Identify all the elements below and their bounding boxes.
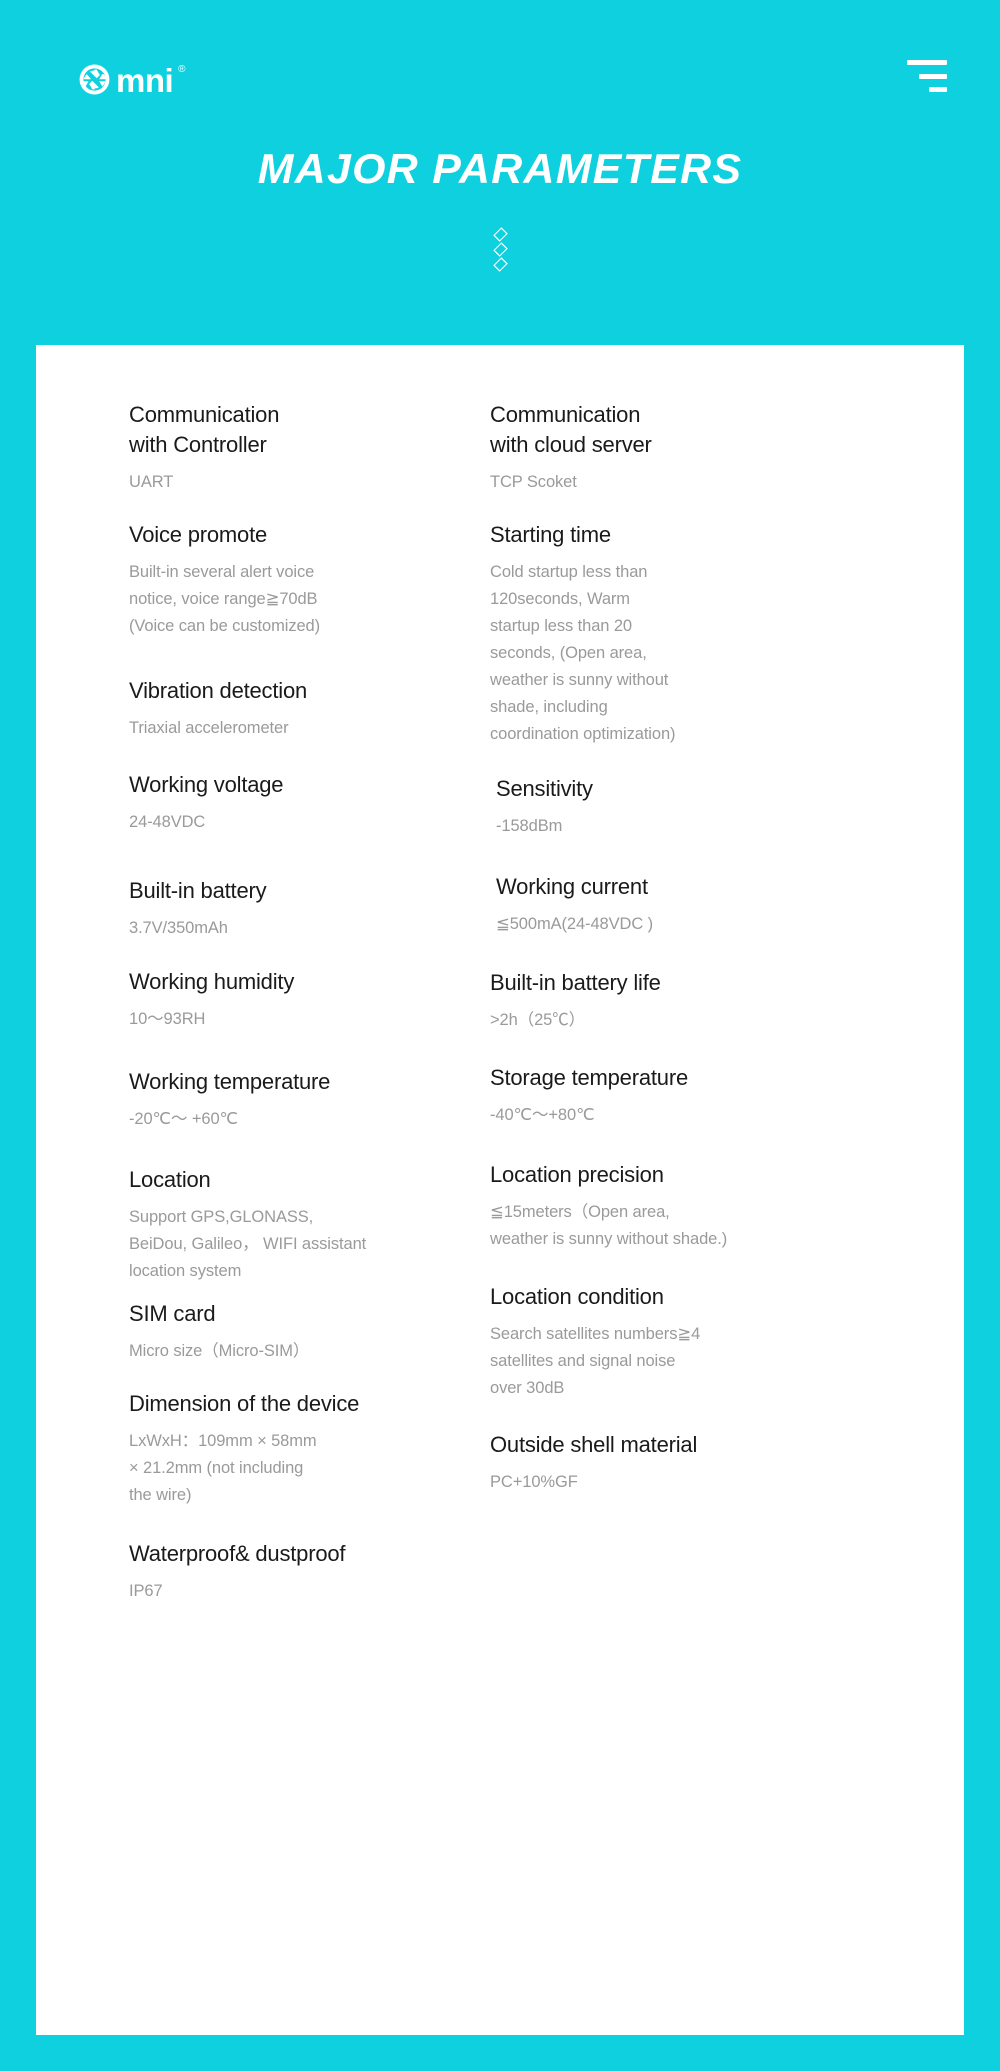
spec-item: Location Support GPS,GLONASS, BeiDou, Gal… [129, 1165, 466, 1285]
page-title: MAJOR PARAMETERS [257, 145, 743, 192]
spec-item: Dimension of the device LxWxH：109mm × 58… [129, 1389, 466, 1509]
parameters-columns: Communication with Controller UART Voice p… [36, 345, 964, 1605]
spec-label: Voice promote [129, 522, 268, 547]
spec-label: Working voltage [129, 772, 284, 797]
spec-value: UART [129, 473, 174, 491]
spec-value: -40℃〜+80℃ [490, 1106, 595, 1124]
spec-value: LxWxH：109mm × 58mm × 21.2mm (not includi… [129, 1432, 317, 1504]
spec-label: Vibration detection [129, 678, 308, 703]
brand-logo[interactable]: mni ® [78, 62, 186, 99]
spec-label: SIM card [129, 1301, 216, 1326]
registered-trademark-icon: ® [178, 64, 186, 75]
spec-item: Starting time Cold startup less than 120s… [490, 520, 964, 748]
spec-label: Location [129, 1167, 211, 1192]
spec-label: Location precision [490, 1162, 664, 1187]
spec-label: Starting time [490, 522, 611, 547]
spec-item: Working temperature -20℃〜 +60℃ [129, 1067, 466, 1133]
menu-bar-middle [919, 73, 947, 79]
menu-bar-top [907, 60, 947, 65]
diamond-1 [492, 227, 508, 242]
spec-item: SIM card Micro size（Micro-SIM） [129, 1299, 466, 1365]
spec-item: Location precision ≦15meters（Open area, w… [490, 1160, 964, 1253]
spec-value: ≦500mA(24-48VDC ) [496, 915, 654, 933]
spec-item: Vibration detection Triaxial acceleromete… [129, 676, 466, 742]
spec-label: Waterproof& dustproof [129, 1541, 346, 1566]
spec-value: Built-in several alert voice notice, voi… [129, 563, 321, 635]
spec-item: Built-in battery life >2h（25℃） [490, 968, 964, 1034]
spec-label: Sensitivity [496, 776, 593, 801]
spec-value: 3.7V/350mAh [129, 919, 228, 937]
spec-item: Communication with cloud server TCP Scoke… [490, 400, 964, 496]
spec-item: Working voltage 24-48VDC [129, 770, 466, 836]
page-root: mni ® MAJOR PARAMETERS Communication wit… [0, 0, 1000, 2071]
spec-value: -158dBm [496, 817, 563, 835]
spec-item: Communication with Controller UART [129, 400, 466, 496]
spec-label: Working current [496, 874, 648, 899]
aperture-icon [78, 63, 111, 96]
spec-label: Working humidity [129, 969, 295, 994]
spec-label: Working temperature [129, 1069, 331, 1094]
spec-label: Location condition [490, 1284, 664, 1309]
spec-item: Sensitivity -158dBm [490, 774, 964, 840]
diamond-divider-icon [0, 227, 1000, 272]
spec-value: Micro size（Micro-SIM） [129, 1342, 310, 1360]
spec-label: Storage temperature [490, 1065, 688, 1090]
spec-value: Triaxial accelerometer [129, 719, 289, 737]
spec-item: Location condition Search satellites numb… [490, 1282, 964, 1402]
spec-value: PC+10%GF [490, 1473, 578, 1491]
spec-item: Working current ≦500mA(24-48VDC ) [490, 872, 964, 938]
spec-value: TCP Scoket [490, 473, 577, 491]
spec-value: ≦15meters（Open area, weather is sunny wi… [490, 1203, 728, 1248]
parameters-column-left: Communication with Controller UART Voice p… [36, 400, 466, 1605]
spec-label: Communication with cloud server [490, 402, 652, 457]
hamburger-menu-icon[interactable] [907, 60, 947, 92]
spec-value: Cold startup less than 120seconds, Warm … [490, 563, 676, 743]
spec-label: Communication with Controller [129, 402, 280, 457]
spec-item: Storage temperature -40℃〜+80℃ [490, 1063, 964, 1129]
page-header: mni ® MAJOR PARAMETERS [0, 0, 1000, 345]
spec-value: Support GPS,GLONASS, BeiDou, Galileo， WI… [129, 1208, 367, 1280]
spec-value: 10〜93RH [129, 1010, 206, 1028]
diamond-3 [492, 257, 508, 272]
spec-value: 24-48VDC [129, 813, 206, 831]
brand-name: mni [116, 62, 174, 99]
spec-label: Outside shell material [490, 1432, 698, 1457]
spec-value: -20℃〜 +60℃ [129, 1110, 238, 1128]
menu-bar-bottom [929, 87, 947, 92]
spec-item: Built-in battery 3.7V/350mAh [129, 876, 466, 942]
spec-label: Built-in battery life [490, 970, 661, 995]
spec-item: Working humidity 10〜93RH [129, 967, 466, 1033]
spec-item: Outside shell material PC+10%GF [490, 1430, 964, 1496]
spec-value: IP67 [129, 1582, 163, 1600]
parameters-column-right: Communication with cloud server TCP Scoke… [466, 400, 964, 1605]
spec-value: >2h（25℃） [490, 1011, 586, 1029]
spec-label: Dimension of the device [129, 1391, 360, 1416]
spec-value: Search satellites numbers≧4 satellites a… [490, 1325, 701, 1397]
diamond-2 [492, 242, 508, 257]
spec-item: Voice promote Built-in several alert voic… [129, 520, 466, 640]
spec-item: Waterproof& dustproof IP67 [129, 1539, 466, 1605]
parameters-card: Communication with Controller UART Voice p… [36, 345, 964, 2035]
spec-label: Built-in battery [129, 878, 267, 903]
